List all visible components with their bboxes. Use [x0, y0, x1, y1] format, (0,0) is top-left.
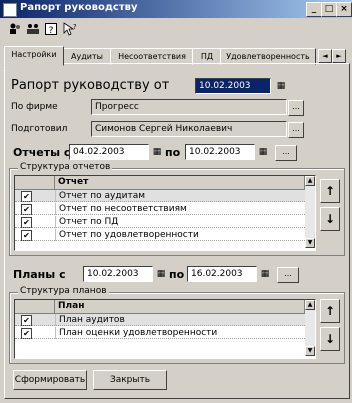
svg-text:?: ?: [49, 26, 54, 36]
reports-structure-group: Структура отчетов Отчет ✔ Отчет по аудит…: [9, 162, 345, 256]
title-bar: Рапорт руководству _ □ ×: [0, 0, 352, 18]
prepared-select-button[interactable]: ...: [288, 122, 304, 138]
scroll-down-icon[interactable]: ▼: [305, 346, 315, 356]
scroll-up-icon[interactable]: ▲: [305, 300, 315, 310]
toolbar: ? ?: [0, 19, 352, 39]
check-column-header: [15, 176, 55, 189]
tab-scroll-left-icon[interactable]: ◄: [318, 49, 332, 63]
reports-date-to[interactable]: 10.02.2003: [185, 144, 255, 160]
plans-scrollbar[interactable]: ▲ ▼: [305, 300, 315, 356]
tab-bar: Настройки Аудиты Несоответствия ПД Удовл…: [4, 46, 348, 66]
move-up-button[interactable]: ↑: [320, 179, 340, 203]
prepared-label: Подготовил: [11, 124, 68, 134]
plans-period-button[interactable]: ...: [277, 267, 299, 283]
svg-text:?: ?: [73, 23, 76, 31]
plans-structure-title: Структура планов: [18, 286, 109, 296]
firm-select-button[interactable]: ...: [288, 100, 304, 116]
tab-scroll-right-icon[interactable]: ►: [332, 49, 346, 63]
generate-button[interactable]: Сформировать: [13, 370, 87, 390]
close-button[interactable]: Закрыть: [93, 370, 167, 390]
plans-grid: План ✔ План аудитов ✔ План оценки удовле…: [14, 299, 316, 359]
whatsthis-icon[interactable]: ?: [62, 22, 77, 36]
scroll-down-icon[interactable]: ▼: [305, 238, 315, 248]
maximize-button[interactable]: □: [321, 2, 337, 17]
table-row[interactable]: ✔ Отчет по удовлетворенности: [15, 229, 305, 241]
users-group-icon[interactable]: [26, 22, 40, 36]
close-window-button[interactable]: ×: [336, 2, 352, 17]
report-heading: Рапорт руководству от: [11, 78, 170, 93]
reports-to-label: по: [165, 146, 181, 159]
reports-date-from[interactable]: 04.02.2003: [69, 144, 149, 160]
plans-to-label: по: [169, 268, 185, 281]
reports-period-button[interactable]: ...: [275, 145, 297, 161]
table-row[interactable]: ✔ Отчет по ПД: [15, 216, 305, 228]
minimize-button[interactable]: _: [306, 2, 322, 17]
table-row[interactable]: ✔ План аудитов: [15, 314, 305, 326]
plan-column-header: План: [55, 300, 305, 313]
plans-grid-header: План: [15, 300, 305, 314]
table-row[interactable]: ✔ Отчет по аудитам: [15, 190, 305, 202]
check-column-header: [15, 300, 55, 313]
reports-scrollbar[interactable]: ▲ ▼: [305, 176, 315, 248]
table-row[interactable]: ✔ Отчет по несоответствиям: [15, 203, 305, 215]
window-title: Рапорт руководству: [20, 2, 138, 13]
plans-date-to[interactable]: 16.02.2003: [187, 266, 257, 282]
prepared-field[interactable]: Симонов Сергей Николаевич: [91, 121, 287, 137]
app-icon: [3, 3, 17, 17]
plans-move-up-button[interactable]: ↑: [320, 299, 340, 323]
calendar-icon[interactable]: ▦: [275, 80, 287, 92]
plans-date-from[interactable]: 10.02.2003: [83, 266, 153, 282]
users-icon[interactable]: [8, 22, 22, 36]
reports-grid-header: Отчет: [15, 176, 305, 190]
report-date-field[interactable]: 10.02.2003: [195, 78, 271, 94]
tab-settings[interactable]: Настройки: [4, 46, 64, 66]
plans-structure-group: Структура планов План ✔ План аудитов ✔ П…: [9, 286, 345, 364]
calendar-to-icon[interactable]: ▦: [257, 146, 269, 158]
calendar-plans-from-icon[interactable]: ▦: [155, 268, 167, 280]
plans-from-label: Планы с: [13, 268, 66, 281]
reports-from-label: Отчеты с: [13, 146, 71, 159]
firm-field[interactable]: Прогресс: [91, 99, 287, 115]
settings-panel: Рапорт руководству от 10.02.2003 ▦ По фи…: [4, 63, 350, 399]
reports-grid: Отчет ✔ Отчет по аудитам ✔ Отчет по несо…: [14, 175, 316, 251]
move-down-button[interactable]: ↓: [320, 207, 340, 231]
reports-structure-title: Структура отчетов: [18, 162, 113, 172]
table-row[interactable]: ✔ План оценки удовлетворенности: [15, 327, 305, 339]
plans-move-down-button[interactable]: ↓: [320, 327, 340, 351]
report-column-header: Отчет: [55, 176, 305, 189]
scroll-up-icon[interactable]: ▲: [305, 176, 315, 186]
calendar-plans-to-icon[interactable]: ▦: [259, 268, 271, 280]
calendar-from-icon[interactable]: ▦: [151, 146, 163, 158]
help-icon[interactable]: ?: [44, 22, 58, 36]
firm-label: По фирме: [11, 102, 58, 112]
